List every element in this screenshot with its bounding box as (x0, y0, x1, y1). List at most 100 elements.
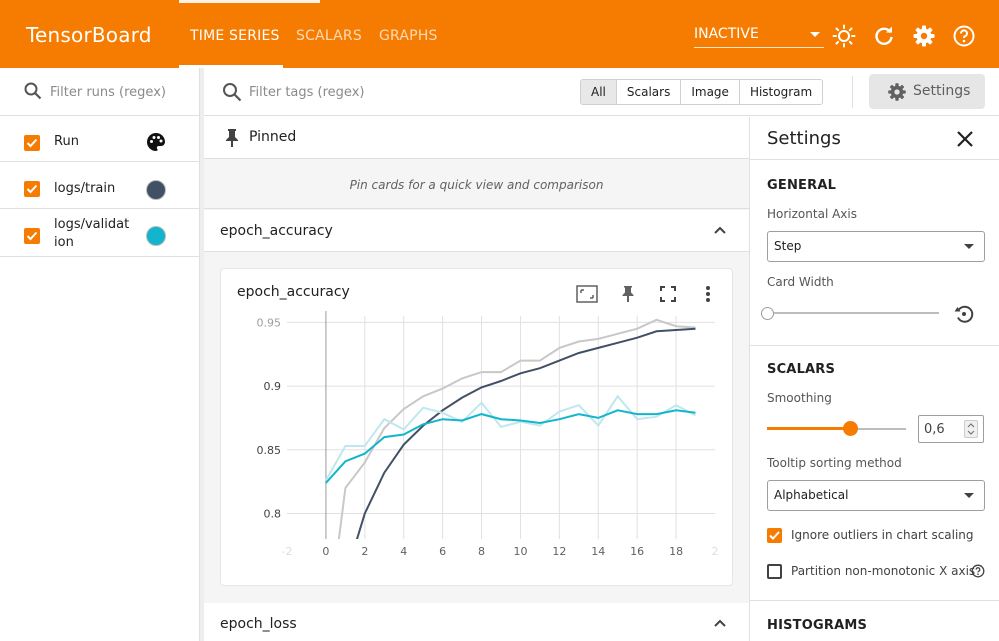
y-tick-label: 0.85 (257, 444, 282, 457)
help-icon[interactable] (971, 564, 985, 578)
horizontal-axis-select[interactable]: Step (767, 231, 985, 262)
chevron-up-icon[interactable] (712, 222, 728, 238)
filter-scalars-button[interactable]: Scalars (616, 80, 682, 104)
card-width-label: Card Width (767, 275, 834, 289)
filter-image-button[interactable]: Image (681, 80, 740, 104)
x-tick-label: 6 (439, 545, 446, 558)
tab-time-series[interactable]: TIME SERIES (190, 28, 280, 44)
spinner-icon[interactable] (964, 420, 978, 438)
tab-indicator-top (179, 0, 320, 3)
histograms-section-title: HISTOGRAMS (767, 618, 868, 633)
top-app-bar: TensorBoard TIME SERIES SCALARS GRAPHS I… (0, 0, 999, 68)
select-all-runs-checkbox[interactable] (24, 135, 40, 151)
help-icon[interactable] (952, 24, 976, 48)
run-name-line2: ion (54, 235, 74, 250)
tooltip-sort-value: Alphabetical (774, 488, 849, 502)
horizontal-axis-value: Step (774, 239, 802, 253)
settings-button-label: Settings (913, 83, 971, 99)
settings-panel: Settings GENERAL Horizontal Axis Step Ca… (749, 117, 999, 641)
line-chart[interactable]: -2 0 2 4 6 8 10 12 14 16 18 2 0.8 0.85 0.9 0.95 (221, 269, 734, 587)
palette-icon[interactable] (146, 132, 166, 152)
smoothing-value: 0,6 (924, 422, 945, 437)
section-divider (750, 345, 999, 346)
partition-checkbox[interactable] (767, 564, 782, 579)
run-checkbox[interactable] (24, 181, 40, 197)
horizontal-axis-label: Horizontal Axis (767, 207, 857, 221)
runs-sidebar: Run logs/train logs/validat ion (0, 68, 200, 641)
chevron-down-icon (964, 244, 974, 249)
run-color-swatch[interactable] (146, 226, 166, 246)
gear-icon (888, 83, 906, 101)
plugin-select[interactable]: INACTIVE (694, 26, 824, 48)
refresh-icon[interactable] (872, 24, 896, 48)
run-label: logs/validat ion (54, 216, 134, 252)
search-icon (24, 82, 42, 100)
x-tick-label: -2 (282, 545, 293, 558)
x-tick-label: 4 (400, 545, 407, 558)
x-tick-label: 14 (591, 545, 605, 558)
runs-filter (0, 68, 200, 116)
card-group-title: epoch_accuracy (220, 223, 333, 239)
x-tick-label: 2 (361, 545, 368, 558)
cards-area: Pinned Pin cards for a quick view and co… (204, 117, 749, 641)
plugin-type-filter: All Scalars Image Histogram (580, 79, 824, 105)
run-color-swatch[interactable] (146, 180, 166, 200)
brightness-icon[interactable] (832, 24, 856, 48)
tooltip-sort-select[interactable]: Alphabetical (767, 480, 985, 511)
smoothing-label: Smoothing (767, 391, 832, 405)
card-group-header[interactable]: epoch_accuracy (204, 210, 749, 252)
pinned-section-header: Pinned (204, 117, 749, 159)
tags-filter-input[interactable] (249, 82, 549, 102)
y-tick-label: 0.9 (264, 380, 282, 393)
tooltip-sort-label: Tooltip sorting method (767, 456, 902, 470)
run-label: logs/train (54, 180, 115, 198)
search-icon (223, 83, 242, 102)
pinned-label: Pinned (249, 129, 297, 145)
chevron-down-icon (964, 493, 974, 498)
settings-panel-title: Settings (767, 128, 841, 149)
chevron-down-icon (810, 32, 820, 37)
ignore-outliers-label: Ignore outliers in chart scaling (791, 528, 974, 542)
x-tick-label: 2 (712, 545, 719, 558)
filter-histogram-button[interactable]: Histogram (739, 80, 823, 104)
x-tick-label: 12 (552, 545, 566, 558)
series-smoothed-line (325, 409, 696, 484)
tab-graphs[interactable]: GRAPHS (379, 28, 438, 44)
chevron-up-icon[interactable] (712, 615, 728, 631)
run-row: logs/validat ion (0, 209, 200, 257)
runs-filter-input[interactable] (50, 82, 190, 102)
app-title: TensorBoard (26, 23, 152, 47)
plugin-select-value: INACTIVE (694, 26, 759, 42)
smoothing-slider-thumb[interactable] (843, 421, 859, 436)
y-tick-label: 0.95 (257, 316, 282, 329)
run-checkbox[interactable] (24, 228, 40, 244)
filter-all-button[interactable]: All (581, 80, 617, 104)
pin-icon (226, 129, 238, 147)
tab-scalars[interactable]: SCALARS (296, 28, 362, 44)
settings-toggle-button[interactable]: Settings (869, 74, 985, 109)
gear-icon[interactable] (912, 24, 936, 48)
run-name-line1: logs/validat (54, 217, 130, 232)
reset-icon[interactable] (953, 303, 975, 325)
x-tick-label: 10 (513, 545, 527, 558)
close-icon[interactable] (955, 129, 975, 149)
ignore-outliers-checkbox[interactable] (767, 528, 782, 543)
general-section-title: GENERAL (767, 178, 837, 193)
settings-panel-header: Settings (750, 117, 999, 160)
scalars-section-title: SCALARS (767, 362, 836, 377)
smoothing-input[interactable]: 0,6 (918, 415, 984, 443)
section-divider (750, 600, 999, 601)
x-tick-label: 8 (478, 545, 485, 558)
x-tick-label: 16 (630, 545, 644, 558)
run-name: logs/train (54, 181, 116, 196)
card-width-slider-track[interactable] (767, 312, 939, 314)
run-row: logs/train (0, 162, 200, 209)
runs-header-label: Run (54, 134, 79, 149)
x-tick-label: 18 (669, 545, 683, 558)
card-width-slider-thumb[interactable] (761, 307, 774, 320)
pinned-empty-message: Pin cards for a quick view and compariso… (204, 165, 749, 209)
card-group-title: epoch_loss (220, 616, 297, 632)
runs-header-row: Run (0, 117, 200, 162)
card-group-header[interactable]: epoch_loss (204, 603, 749, 641)
toolbar-divider (852, 76, 853, 108)
